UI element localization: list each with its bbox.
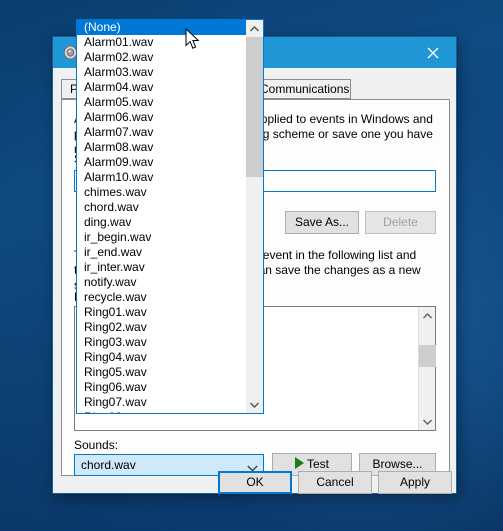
dropdown-item[interactable]: Ring05.wav	[77, 365, 247, 380]
dropdown-item[interactable]: Alarm07.wav	[77, 125, 247, 140]
tab-communications[interactable]: Communications	[251, 79, 351, 99]
dropdown-scroll-thumb[interactable]	[246, 37, 263, 177]
sound-file-value: chord.wav	[81, 458, 136, 472]
dropdown-item[interactable]: Alarm03.wav	[77, 65, 247, 80]
dropdown-item[interactable]: Ring02.wav	[77, 320, 247, 335]
desktop-background: Sound Playback Recording Sounds Communic…	[0, 0, 503, 531]
close-icon[interactable]	[410, 37, 456, 68]
dropdown-scroll-down-icon[interactable]	[246, 396, 263, 413]
program-events-scrollbar[interactable]	[418, 307, 436, 430]
scroll-thumb[interactable]	[419, 345, 436, 367]
dropdown-item[interactable]: Alarm08.wav	[77, 140, 247, 155]
sounds-label: Sounds:	[74, 438, 119, 452]
dropdown-item[interactable]: Alarm02.wav	[77, 50, 247, 65]
cancel-button[interactable]: Cancel	[298, 471, 372, 494]
dropdown-item[interactable]: recycle.wav	[77, 290, 247, 305]
dropdown-item[interactable]: ir_begin.wav	[77, 230, 247, 245]
dropdown-item[interactable]: ding.wav	[77, 215, 247, 230]
dropdown-item[interactable]: Alarm01.wav	[77, 35, 247, 50]
save-as-button[interactable]: Save As...	[285, 211, 359, 234]
dropdown-item[interactable]: Ring04.wav	[77, 350, 247, 365]
dropdown-item[interactable]: Ring08.wav	[77, 410, 247, 413]
dropdown-item[interactable]: Ring07.wav	[77, 395, 247, 410]
play-icon	[294, 457, 304, 469]
dropdown-item[interactable]: Alarm06.wav	[77, 110, 247, 125]
scroll-down-icon[interactable]	[419, 413, 436, 430]
dropdown-scroll-up-icon[interactable]	[246, 20, 263, 37]
dropdown-item[interactable]: Alarm04.wav	[77, 80, 247, 95]
ok-button[interactable]: OK	[218, 471, 292, 494]
dropdown-item[interactable]: Alarm10.wav	[77, 170, 247, 185]
dropdown-scrollbar[interactable]	[246, 20, 263, 413]
dropdown-item[interactable]: Ring06.wav	[77, 380, 247, 395]
dropdown-item[interactable]: ir_inter.wav	[77, 260, 247, 275]
scroll-up-icon[interactable]	[419, 307, 436, 324]
delete-button: Delete	[365, 211, 436, 234]
dropdown-items: (None) Alarm01.wav Alarm02.wav Alarm03.wav A…	[77, 20, 247, 413]
dropdown-item[interactable]: notify.wav	[77, 275, 247, 290]
dropdown-item[interactable]: Ring03.wav	[77, 335, 247, 350]
test-button-label: Test	[306, 457, 329, 471]
dropdown-item[interactable]: chord.wav	[77, 200, 247, 215]
dropdown-item[interactable]: Ring01.wav	[77, 305, 247, 320]
dropdown-item[interactable]: chimes.wav	[77, 185, 247, 200]
apply-button[interactable]: Apply	[378, 471, 452, 494]
sound-file-dropdown-list[interactable]: (None) Alarm01.wav Alarm02.wav Alarm03.wav A…	[76, 19, 264, 414]
dropdown-item[interactable]: Alarm09.wav	[77, 155, 247, 170]
dropdown-item[interactable]: (None)	[77, 20, 247, 35]
dropdown-item[interactable]: Alarm05.wav	[77, 95, 247, 110]
dropdown-item[interactable]: ir_end.wav	[77, 245, 247, 260]
